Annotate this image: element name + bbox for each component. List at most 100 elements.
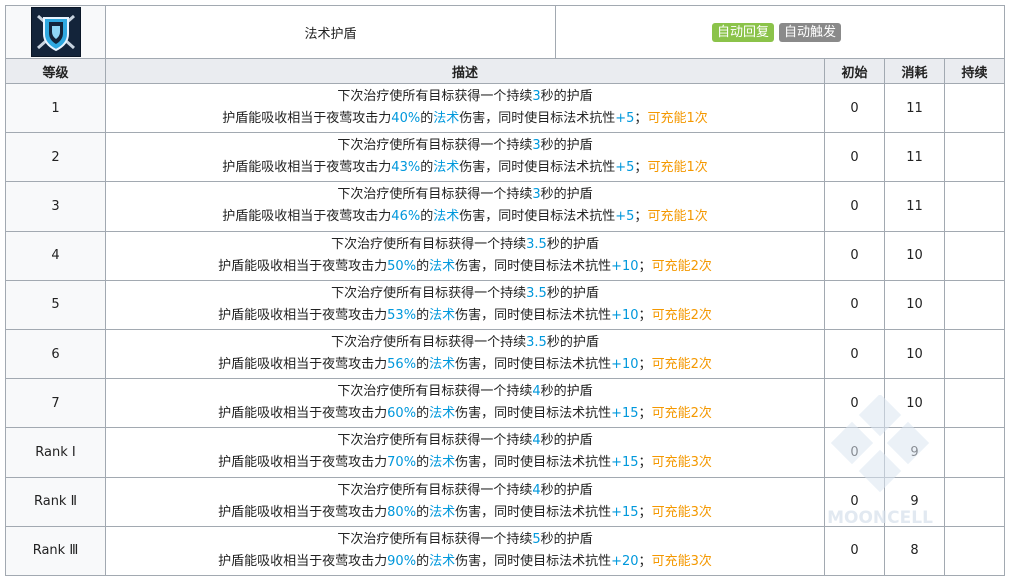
initial-sp-cell: 0	[824, 82, 885, 134]
level-cell: 6	[5, 328, 106, 380]
absorb-percent: 53%	[387, 307, 417, 323]
level-cell: Rank Ⅲ	[5, 525, 106, 577]
desc-text: 伤害，同时使目标法术抗性	[455, 406, 612, 422]
shield-duration: 3	[532, 138, 541, 154]
desc-text: 的	[416, 504, 430, 520]
initial-sp-cell: 0	[824, 378, 885, 429]
desc-text: 护盾能吸收相当于夜莺攻击力	[222, 160, 392, 176]
shield-duration: 3.5	[526, 285, 547, 301]
absorb-percent: 50%	[387, 258, 417, 274]
skill-tags: 自动回复 自动触发	[712, 22, 1004, 42]
desc-text: ；	[638, 258, 652, 274]
desc-text: 伤害，同时使目标法术抗性	[455, 504, 612, 520]
description-line-2: 护盾能吸收相当于夜莺攻击力56%的法术伤害，同时使目标法术抗性+10；可充能2次	[106, 354, 824, 376]
skill-name: 法术护盾	[105, 5, 556, 59]
desc-text: ；	[634, 111, 648, 127]
level-cell: Rank Ⅱ	[5, 476, 106, 527]
desc-text: ；	[638, 307, 652, 323]
desc-text: 伤害，同时使目标法术抗性	[455, 553, 612, 569]
absorb-percent: 90%	[387, 553, 417, 569]
initial-sp-cell: 0	[824, 132, 885, 183]
description-line-1: 下次治疗使所有目标获得一个持续3.5秒的护盾	[106, 283, 824, 305]
resistance-bonus: +10	[611, 307, 639, 323]
desc-text: 护盾能吸收相当于夜莺攻击力	[222, 111, 392, 127]
damage-type: 法术	[433, 111, 460, 127]
desc-text: 的	[416, 553, 430, 569]
description-cell: 下次治疗使所有目标获得一个持续5秒的护盾 护盾能吸收相当于夜莺攻击力90%的法术伤…	[105, 525, 825, 577]
desc-text: 下次治疗使所有目标获得一个持续	[331, 236, 527, 252]
desc-text: 秒的护盾	[546, 335, 599, 351]
initial-sp-cell: 0	[824, 181, 885, 232]
desc-text: 下次治疗使所有目标获得一个持续	[337, 138, 533, 154]
header-level: 等级	[5, 58, 106, 84]
resistance-bonus: +20	[611, 553, 639, 569]
desc-text: 下次治疗使所有目标获得一个持续	[337, 433, 533, 449]
level-cell: 4	[5, 230, 106, 281]
desc-text: ；	[638, 455, 652, 471]
duration-cell	[943, 279, 1006, 330]
damage-type: 法术	[429, 455, 456, 471]
description-cell: 下次治疗使所有目标获得一个持续3.5秒的护盾 护盾能吸收相当于夜莺攻击力56%的法…	[105, 328, 825, 380]
duration-cell	[943, 132, 1006, 183]
shield-duration: 4	[532, 384, 541, 400]
table-row: Rank Ⅲ 下次治疗使所有目标获得一个持续5秒的护盾 护盾能吸收相当于夜莺攻击力9…	[5, 525, 1006, 577]
description-line-1: 下次治疗使所有目标获得一个持续4秒的护盾	[106, 381, 824, 403]
shield-skill-icon	[30, 7, 81, 57]
table-row: 3 下次治疗使所有目标获得一个持续3秒的护盾 护盾能吸收相当于夜莺攻击力46%的法术…	[5, 181, 1006, 232]
description-line-2: 护盾能吸收相当于夜莺攻击力40%的法术伤害，同时使目标法术抗性+5；可充能1次	[106, 108, 824, 130]
absorb-percent: 46%	[391, 209, 421, 225]
damage-type: 法术	[429, 406, 456, 422]
sp-cost-cell: 9	[884, 427, 945, 478]
header-cost: 消耗	[884, 58, 945, 84]
damage-type: 法术	[433, 209, 460, 225]
absorb-percent: 70%	[387, 455, 417, 471]
resistance-bonus: +15	[611, 504, 639, 520]
sp-cost-cell: 11	[884, 181, 945, 232]
sp-cost-cell: 10	[884, 230, 945, 281]
duration-cell	[943, 230, 1006, 281]
resistance-bonus: +5	[615, 111, 635, 127]
table-row: 1 下次治疗使所有目标获得一个持续3秒的护盾 护盾能吸收相当于夜莺攻击力40%的法术…	[5, 82, 1006, 134]
description-line-2: 护盾能吸收相当于夜莺攻击力60%的法术伤害，同时使目标法术抗性+15；可充能2次	[106, 403, 824, 425]
desc-text: 护盾能吸收相当于夜莺攻击力	[218, 406, 388, 422]
description-line-2: 护盾能吸收相当于夜莺攻击力53%的法术伤害，同时使目标法术抗性+10；可充能2次	[106, 305, 824, 327]
skill-tags-cell: 自动回复 自动触发	[554, 5, 1006, 59]
desc-text: 下次治疗使所有目标获得一个持续	[337, 531, 533, 547]
desc-text: 护盾能吸收相当于夜莺攻击力	[218, 357, 388, 373]
damage-type: 法术	[429, 307, 456, 323]
absorb-percent: 40%	[391, 111, 421, 127]
duration-cell	[943, 181, 1006, 232]
desc-text: 的	[416, 406, 430, 422]
duration-cell	[943, 378, 1006, 429]
desc-text: 护盾能吸收相当于夜莺攻击力	[218, 455, 388, 471]
level-cell: 1	[5, 82, 106, 134]
header-description: 描述	[105, 58, 825, 84]
desc-text: 护盾能吸收相当于夜莺攻击力	[218, 307, 388, 323]
sp-cost-cell: 9	[884, 476, 945, 527]
sp-cost-cell: 10	[884, 279, 945, 330]
description-line-1: 下次治疗使所有目标获得一个持续4秒的护盾	[106, 430, 824, 452]
resistance-bonus: +15	[611, 455, 639, 471]
desc-text: ；	[638, 357, 652, 373]
sp-cost-cell: 10	[884, 378, 945, 429]
charges: 可充能2次	[651, 357, 712, 373]
duration-cell	[943, 476, 1006, 527]
skill-table: 法术护盾 自动回复 自动触发 等级 描述 初始 消耗 持续 1 下次治疗使所有目标…	[5, 5, 1006, 577]
desc-text: 的	[416, 307, 430, 323]
desc-text: 秒的护盾	[540, 482, 593, 498]
desc-text: ；	[634, 160, 648, 176]
desc-text: 下次治疗使所有目标获得一个持续	[337, 482, 533, 498]
shield-duration: 4	[532, 433, 541, 449]
description-cell: 下次治疗使所有目标获得一个持续3.5秒的护盾 护盾能吸收相当于夜莺攻击力50%的法…	[105, 230, 825, 281]
description-cell: 下次治疗使所有目标获得一个持续4秒的护盾 护盾能吸收相当于夜莺攻击力70%的法术伤…	[105, 427, 825, 478]
desc-text: 护盾能吸收相当于夜莺攻击力	[218, 553, 388, 569]
initial-sp-cell: 0	[824, 279, 885, 330]
shield-duration: 3.5	[526, 335, 547, 351]
desc-text: 伤害，同时使目标法术抗性	[459, 160, 616, 176]
damage-type: 法术	[429, 357, 456, 373]
resistance-bonus: +15	[611, 406, 639, 422]
damage-type: 法术	[429, 553, 456, 569]
initial-sp-cell: 0	[824, 427, 885, 478]
shield-duration: 3.5	[526, 236, 547, 252]
sp-cost-cell: 8	[884, 525, 945, 577]
